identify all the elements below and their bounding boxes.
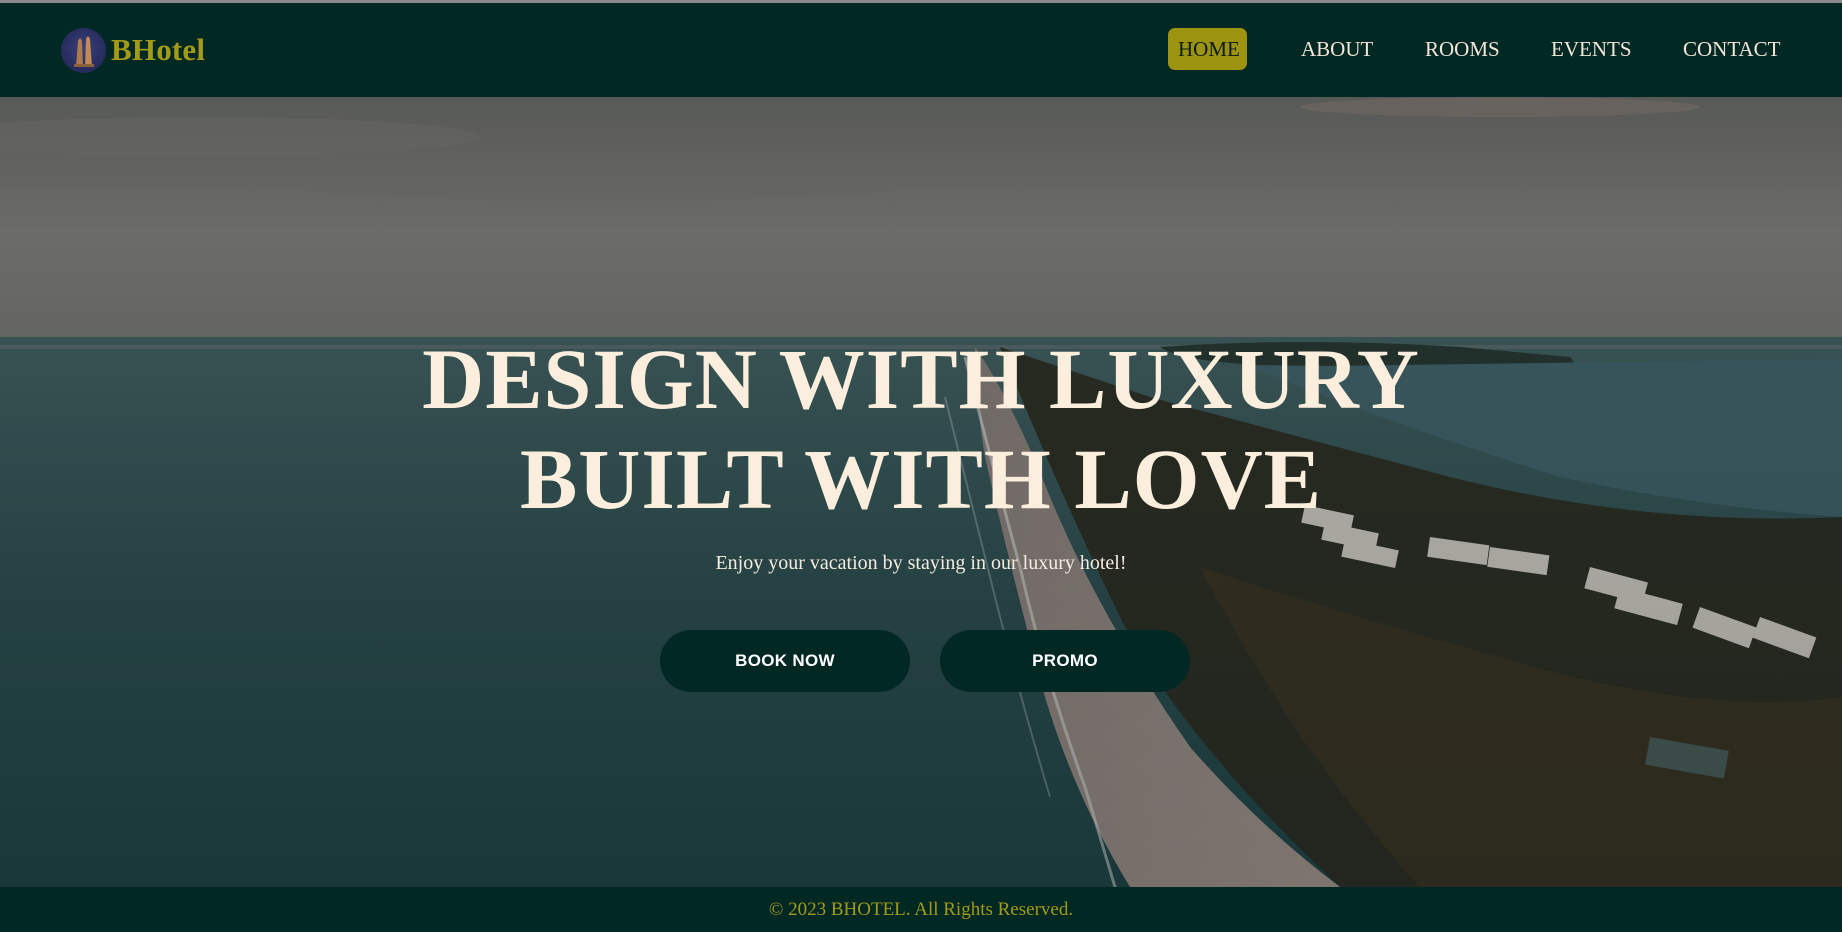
nav-contact[interactable]: CONTACT bbox=[1683, 28, 1780, 70]
footer: © 2023 BHOTEL. All Rights Reserved. bbox=[0, 887, 1842, 932]
nav-rooms[interactable]: ROOMS bbox=[1425, 28, 1500, 70]
brand[interactable]: BHotel bbox=[61, 27, 205, 73]
hero-subtitle: Enjoy your vacation by staying in our lu… bbox=[715, 552, 1127, 574]
promo-button[interactable]: PROMO bbox=[940, 630, 1190, 692]
nav-home[interactable]: HOME bbox=[1168, 28, 1247, 70]
hero-headline: DESIGN WITH LUXURY BUILT WITH LOVE bbox=[0, 329, 1842, 529]
hotel-logo-icon bbox=[61, 27, 106, 73]
book-now-button[interactable]: BOOK NOW bbox=[660, 630, 910, 692]
headline-line-1: DESIGN WITH LUXURY bbox=[422, 331, 1420, 427]
headline-line-2: BUILT WITH LOVE bbox=[519, 431, 1323, 527]
navbar: BHotel HOME ABOUT ROOMS EVENTS CONTACT bbox=[0, 3, 1842, 97]
brand-name: BHotel bbox=[111, 32, 206, 67]
nav-about[interactable]: ABOUT bbox=[1301, 28, 1373, 70]
nav-events[interactable]: EVENTS bbox=[1551, 28, 1632, 70]
hero-section: DESIGN WITH LUXURY BUILT WITH LOVE Enjoy… bbox=[0, 97, 1842, 887]
